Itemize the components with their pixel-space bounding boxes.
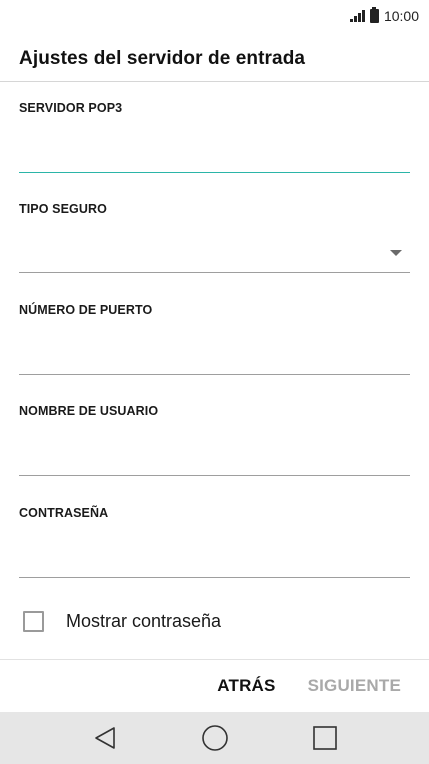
signal-icon	[350, 10, 365, 22]
port-number-input[interactable]	[19, 335, 410, 375]
show-password-label: Mostrar contraseña	[66, 611, 222, 631]
port-number-label: NÚMERO DE PUERTO	[19, 303, 153, 317]
action-bar: ATRÁS SIGUIENTE	[0, 659, 429, 712]
pop3-server-label: SERVIDOR POP3	[19, 101, 123, 115]
password-field: CONTRASEÑA	[19, 506, 410, 578]
username-input[interactable]	[19, 436, 410, 476]
home-icon	[201, 725, 228, 751]
nav-recents-button[interactable]	[270, 712, 380, 764]
password-label: CONTRASEÑA	[19, 506, 109, 520]
username-field: NOMBRE DE USUARIO	[19, 404, 410, 476]
show-password-row[interactable]: Mostrar contraseña	[23, 611, 221, 632]
dropdown-arrow-icon	[390, 250, 402, 256]
password-input[interactable]	[19, 538, 410, 578]
username-label: NOMBRE DE USUARIO	[19, 404, 159, 418]
recents-icon	[312, 726, 337, 750]
back-button[interactable]: ATRÁS	[217, 676, 275, 696]
navigation-bar	[0, 712, 429, 764]
pop3-server-field: SERVIDOR POP3	[19, 101, 410, 173]
nav-back-button[interactable]	[50, 712, 160, 764]
status-time: 10:00	[383, 8, 419, 24]
next-button[interactable]: SIGUIENTE	[308, 676, 401, 696]
page-title: Ajustes del servidor de entrada	[19, 47, 306, 69]
app-bar: Ajustes del servidor de entrada	[0, 36, 429, 82]
security-type-field: TIPO SEGURO	[19, 202, 410, 273]
status-bar: 10:00	[0, 0, 429, 32]
screen: 10:00 Ajustes del servidor de entrada SE…	[0, 0, 429, 764]
battery-icon	[369, 7, 379, 23]
show-password-checkbox[interactable]	[23, 611, 44, 632]
security-type-label: TIPO SEGURO	[19, 202, 107, 216]
back-icon	[94, 727, 115, 749]
security-type-select[interactable]	[19, 233, 410, 273]
port-number-field: NÚMERO DE PUERTO	[19, 303, 410, 375]
nav-home-button[interactable]	[160, 712, 270, 764]
pop3-server-input[interactable]	[19, 133, 410, 173]
